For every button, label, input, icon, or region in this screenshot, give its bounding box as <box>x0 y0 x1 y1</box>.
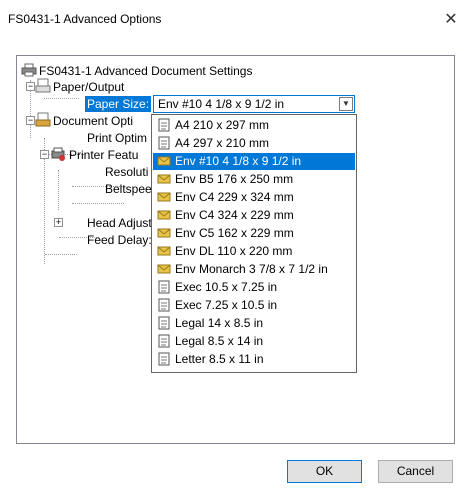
paper-size-option-label: Env Monarch 3 7/8 x 7 1/2 in <box>175 262 328 276</box>
page-icon <box>158 136 170 150</box>
window-title: FS0431-1 Advanced Options <box>8 12 162 26</box>
paper-size-option-label: Legal 14 x 8.5 in <box>175 316 264 330</box>
paper-size-option[interactable]: A4 297 x 210 mm <box>153 135 355 152</box>
paper-size-option[interactable]: Env DL 110 x 220 mm <box>153 243 355 260</box>
paper-size-option[interactable]: Exec 10.5 x 7.25 in <box>153 279 355 296</box>
tree-item-feed-delay[interactable]: Feed Delay: <box>87 232 152 248</box>
collapse-toggle[interactable]: − <box>26 82 35 91</box>
page-icon <box>158 316 170 330</box>
envelope-icon <box>157 246 171 256</box>
tree-item-head-adjust[interactable]: Head Adjust <box>87 215 152 231</box>
paper-size-option-label: Env #10 4 1/8 x 9 1/2 in <box>175 154 302 168</box>
tree-root-label[interactable]: FS0431-1 Advanced Document Settings <box>39 63 252 79</box>
chevron-down-icon[interactable]: ▼ <box>339 97 353 111</box>
tree-item-paper-output[interactable]: Paper/Output <box>53 79 124 95</box>
paper-size-option[interactable]: Legal 14 x 8.5 in <box>153 315 355 332</box>
paper-size-option[interactable]: Env C4 324 x 229 mm <box>153 207 355 224</box>
collapse-toggle[interactable]: − <box>40 150 49 159</box>
paper-size-label[interactable]: Paper Size: <box>85 96 152 112</box>
tree-item-print-optim[interactable]: Print Optim <box>87 130 147 146</box>
paper-size-option-label: Env C4 324 x 229 mm <box>175 208 294 222</box>
collapse-toggle[interactable]: − <box>26 116 35 125</box>
paper-output-icon <box>35 78 51 93</box>
paper-size-option[interactable]: Env C5 162 x 229 mm <box>153 225 355 242</box>
title-bar: FS0431-1 Advanced Options ✕ <box>0 0 471 40</box>
printer-features-icon <box>51 147 65 161</box>
page-icon <box>158 352 170 366</box>
tree-line <box>72 203 124 204</box>
tree-item-printer-features[interactable]: Printer Featu <box>69 147 138 163</box>
paper-size-option-label: Legal 8.5 x 14 in <box>175 334 264 348</box>
close-icon[interactable]: ✕ <box>439 8 463 32</box>
envelope-icon <box>157 174 171 184</box>
paper-size-option-label: A4 297 x 210 mm <box>175 136 270 150</box>
paper-size-option-label: Env C4 229 x 324 mm <box>175 190 294 204</box>
tree-item-resolution[interactable]: Resoluti <box>105 164 148 180</box>
expand-toggle[interactable]: + <box>54 218 63 227</box>
cancel-button[interactable]: Cancel <box>378 460 453 483</box>
tree-line <box>58 170 59 210</box>
envelope-icon <box>157 192 171 202</box>
ok-button[interactable]: OK <box>287 460 362 483</box>
document-options-icon <box>35 112 51 127</box>
tree-line <box>44 98 79 99</box>
envelope-icon <box>157 210 171 220</box>
paper-size-option[interactable]: Env #10 4 1/8 x 9 1/2 in <box>153 153 355 170</box>
paper-size-option-label: Env B5 176 x 250 mm <box>175 172 294 186</box>
tree-line <box>45 254 77 255</box>
paper-size-option[interactable]: Env Monarch 3 7/8 x 7 1/2 in <box>153 261 355 278</box>
paper-size-option[interactable]: Letter 8.5 x 11 in <box>153 351 355 368</box>
page-icon <box>158 298 170 312</box>
paper-size-option-label: Env DL 110 x 220 mm <box>175 244 293 258</box>
page-icon <box>158 118 170 132</box>
printer-icon <box>21 63 37 77</box>
paper-size-option-label: Exec 7.25 x 10.5 in <box>175 298 278 312</box>
tree-item-document-options[interactable]: Document Opti <box>53 113 133 129</box>
paper-size-option[interactable]: A4 210 x 297 mm <box>153 117 355 134</box>
envelope-icon <box>157 156 171 166</box>
page-icon <box>158 334 170 348</box>
paper-size-option-label: Exec 10.5 x 7.25 in <box>175 280 278 294</box>
paper-size-dropdown[interactable]: A4 210 x 297 mm A4 297 x 210 mm Env #10 4 … <box>151 114 357 373</box>
paper-size-option-label: Env C5 162 x 229 mm <box>175 226 294 240</box>
paper-size-option[interactable]: Exec 7.25 x 10.5 in <box>153 297 355 314</box>
paper-size-option[interactable]: Legal 8.5 x 14 in <box>153 333 355 350</box>
paper-size-option[interactable]: Env C4 229 x 324 mm <box>153 189 355 206</box>
tree-item-beltspeed[interactable]: Beltspee <box>105 181 152 197</box>
paper-size-option-label: Letter 8.5 x 11 in <box>175 352 264 366</box>
paper-size-select[interactable]: Env #10 4 1/8 x 9 1/2 in ▼ <box>153 95 355 113</box>
envelope-icon <box>157 264 171 274</box>
page-icon <box>158 280 170 294</box>
paper-size-selected-value: Env #10 4 1/8 x 9 1/2 in <box>158 97 285 111</box>
paper-size-option-label: A4 210 x 297 mm <box>175 118 270 132</box>
envelope-icon <box>157 228 171 238</box>
paper-size-option[interactable]: Env B5 176 x 250 mm <box>153 171 355 188</box>
